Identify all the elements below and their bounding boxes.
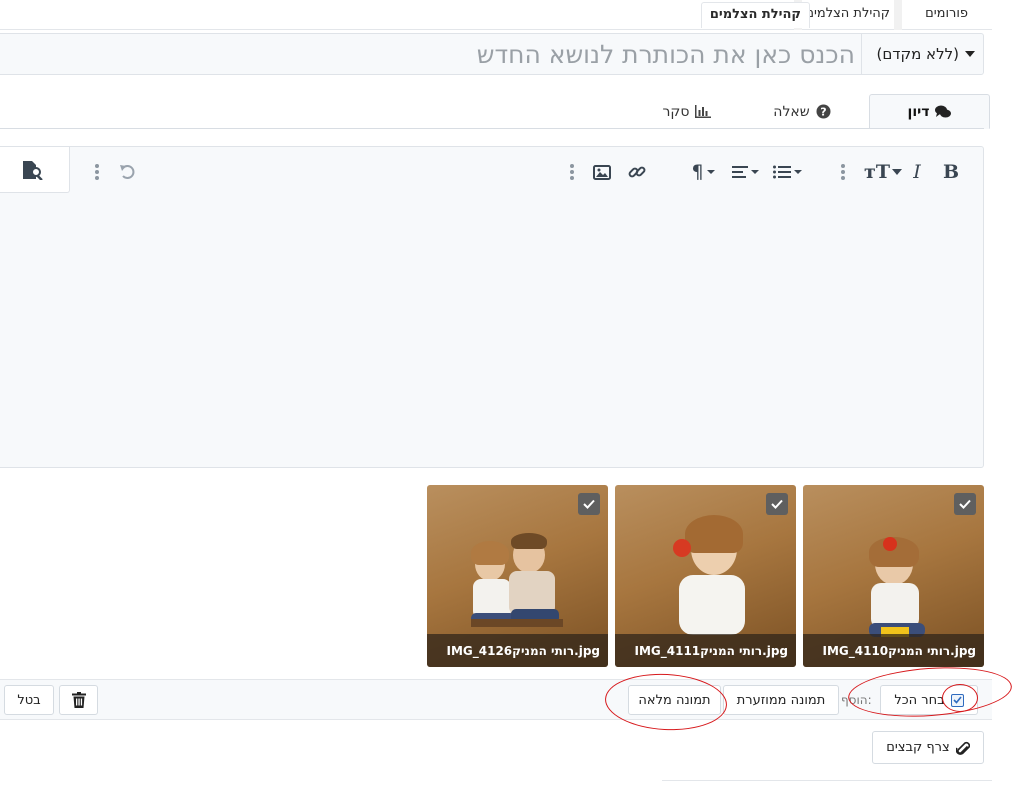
link-glyph <box>628 166 646 178</box>
prefix-select[interactable]: (ללא מקדם) <box>861 34 983 74</box>
more-options-icon[interactable] <box>95 161 99 183</box>
undo-icon[interactable] <box>117 161 139 183</box>
svg-text:?: ? <box>820 106 826 119</box>
preview-button[interactable] <box>0 147 70 193</box>
chevron-down-icon <box>706 170 715 174</box>
tab-poll-label: סקר <box>662 103 690 120</box>
prefix-value: (ללא מקדם) <box>876 45 959 63</box>
attachment-checkbox[interactable] <box>954 493 976 515</box>
align-glyph <box>731 166 748 178</box>
breadcrumb-community[interactable]: קהילת הצלמים <box>805 6 890 21</box>
chevron-down-icon <box>750 170 759 174</box>
title-row: (ללא מקדם) <box>0 33 984 75</box>
tab-question-label: שאלה <box>773 103 810 120</box>
image-icon[interactable] <box>591 161 613 183</box>
text-size-glyph: тT <box>864 161 890 183</box>
attach-files-label: צרף קבצים <box>886 740 950 755</box>
photo-detail <box>471 541 509 565</box>
breadcrumb-current[interactable]: קהילת הצלמים <box>700 2 810 28</box>
photo-detail <box>679 575 745 635</box>
check-icon <box>771 499 783 509</box>
title-input[interactable] <box>155 34 855 74</box>
text-size-icon[interactable]: тT <box>864 161 902 183</box>
check-icon <box>953 696 962 704</box>
breadcrumb-forums[interactable]: פורומים <box>925 6 968 21</box>
attach-files-button[interactable]: צרף קבצים <box>872 731 984 764</box>
bold-icon[interactable]: B <box>941 161 961 183</box>
list-glyph <box>772 165 791 179</box>
attachment-thumbnail[interactable]: IMG_4111רותי המניק.jpg <box>615 485 796 667</box>
trash-icon <box>71 692 86 708</box>
align-icon[interactable] <box>729 161 761 183</box>
paragraph-glyph: ¶ <box>691 161 704 183</box>
breadcrumb: פורומים קהילת הצלמים קהילת הצלמים <box>0 0 992 30</box>
chevron-down-icon <box>891 169 902 175</box>
photo-detail <box>511 533 547 549</box>
tab-question[interactable]: שאלה ? <box>762 94 842 129</box>
attachment-thumbnail[interactable]: IMG_4126רותי המניק.jpg <box>427 485 608 667</box>
attachment-filename: IMG_4111רותי המניק.jpg <box>615 634 796 667</box>
attachment-checkbox[interactable] <box>766 493 788 515</box>
attachment-filename: IMG_4126רותי המניק.jpg <box>427 634 608 667</box>
undo-glyph <box>120 165 135 179</box>
chevron-down-icon <box>965 51 975 57</box>
tab-poll[interactable]: סקר <box>654 94 720 129</box>
chevron-down-icon <box>793 170 802 174</box>
list-icon[interactable] <box>771 161 803 183</box>
attachment-action-bar: בחר הכל הוסף: תמונה ממוזערת תמונה מלאה ב… <box>0 679 992 720</box>
link-icon[interactable] <box>627 161 647 183</box>
photo-detail <box>883 537 897 551</box>
check-icon <box>959 499 971 509</box>
more-options-icon[interactable] <box>570 161 574 183</box>
select-all-label: בחר הכל <box>894 692 945 708</box>
attachment-thumbnail[interactable]: IMG_4110רותי המניק.jpg <box>803 485 984 667</box>
paragraph-icon[interactable]: ¶ <box>687 161 719 183</box>
delete-button[interactable] <box>59 685 98 715</box>
italic-icon[interactable]: I <box>909 161 925 183</box>
photo-detail <box>685 515 743 553</box>
editor[interactable]: B I тT ¶ <box>0 146 984 468</box>
breadcrumb-separator <box>894 0 902 30</box>
tab-discussion-label: דיון <box>907 103 930 120</box>
tabs-divider <box>0 128 984 129</box>
preview-icon <box>23 161 43 180</box>
add-label: הוסף: <box>841 693 872 707</box>
cancel-button[interactable]: בטל <box>4 685 54 715</box>
paperclip-icon <box>955 741 970 755</box>
comments-icon <box>935 105 952 117</box>
insert-thumbnail-button[interactable]: תמונה ממוזערת <box>723 685 839 715</box>
photo-detail <box>673 539 691 557</box>
insert-full-image-button[interactable]: תמונה מלאה <box>628 685 721 715</box>
select-all-button[interactable]: בחר הכל <box>880 685 978 715</box>
more-options-icon[interactable] <box>841 161 845 183</box>
photo-detail <box>471 619 563 627</box>
question-circle-icon: ? <box>816 104 831 119</box>
attachment-checkbox[interactable] <box>578 493 600 515</box>
check-icon <box>583 499 595 509</box>
tab-discussion[interactable]: דיון <box>869 94 990 129</box>
select-all-checkbox[interactable] <box>950 693 964 707</box>
attachment-filename: IMG_4110רותי המניק.jpg <box>803 634 984 667</box>
bar-chart-icon <box>695 105 712 118</box>
image-glyph <box>593 164 611 180</box>
divider <box>662 780 992 781</box>
